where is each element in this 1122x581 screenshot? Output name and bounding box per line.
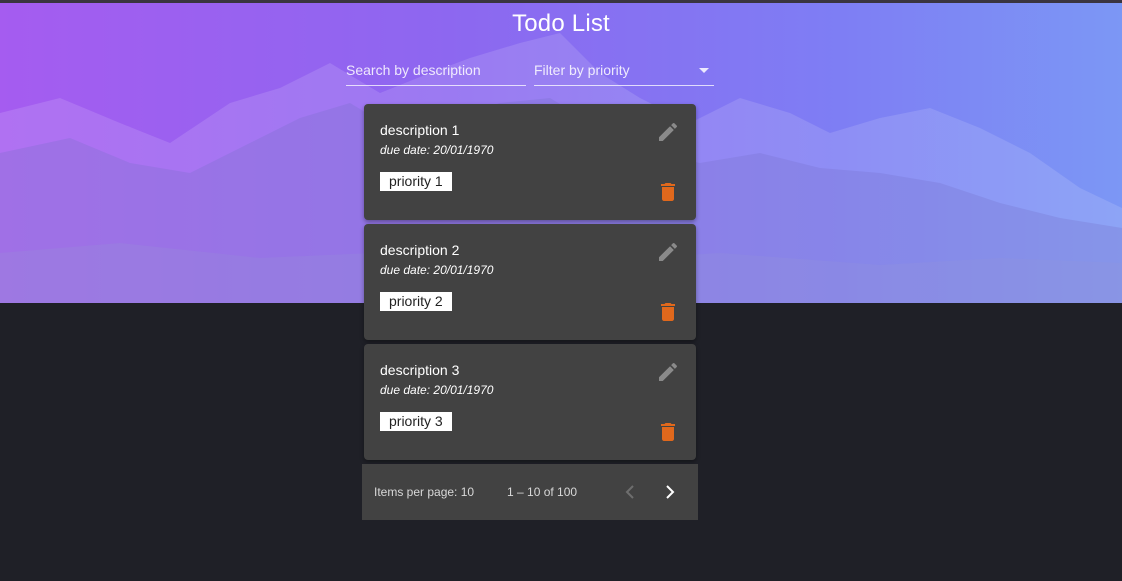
todo-card: description 1 due date: 20/01/1970 prior… bbox=[364, 104, 696, 220]
edit-button[interactable] bbox=[656, 120, 680, 144]
delete-button[interactable] bbox=[656, 300, 680, 324]
due-date-label: due date: bbox=[380, 143, 431, 157]
previous-page-button[interactable] bbox=[618, 480, 642, 504]
priority-badge: priority 3 bbox=[380, 412, 452, 431]
due-date-label: due date: bbox=[380, 263, 431, 277]
pencil-icon bbox=[659, 122, 678, 141]
delete-button[interactable] bbox=[656, 180, 680, 204]
due-date-label: due date: bbox=[380, 383, 431, 397]
due-date-value: 20/01/1970 bbox=[433, 263, 494, 277]
pencil-icon bbox=[659, 362, 678, 381]
due-date-value: 20/01/1970 bbox=[433, 143, 494, 157]
dropdown-arrow-icon bbox=[699, 68, 709, 73]
todo-card: description 3 due date: 20/01/1970 prior… bbox=[364, 344, 696, 460]
todo-due-date: due date: 20/01/1970 bbox=[380, 383, 493, 397]
search-field[interactable] bbox=[346, 58, 526, 86]
priority-badge: priority 2 bbox=[380, 292, 452, 311]
trash-icon bbox=[661, 303, 675, 321]
page-title: Todo List bbox=[512, 10, 610, 37]
search-input[interactable] bbox=[346, 58, 526, 82]
items-per-page[interactable]: Items per page: 10 bbox=[374, 485, 474, 499]
page-range-label: 1 – 10 of 100 bbox=[507, 485, 578, 499]
todo-due-date: due date: 20/01/1970 bbox=[380, 143, 493, 157]
edit-button[interactable] bbox=[656, 240, 680, 264]
items-per-page-label: Items per page: bbox=[374, 485, 458, 499]
next-page-button[interactable] bbox=[658, 480, 682, 504]
todo-description: description 2 bbox=[380, 242, 460, 258]
items-per-page-value[interactable]: 10 bbox=[461, 485, 474, 499]
edit-button[interactable] bbox=[656, 360, 680, 384]
todo-card: description 2 due date: 20/01/1970 prior… bbox=[364, 224, 696, 340]
todo-description: description 1 bbox=[380, 122, 460, 138]
trash-icon bbox=[661, 423, 675, 441]
chevron-left-icon bbox=[625, 485, 634, 499]
due-date-value: 20/01/1970 bbox=[433, 383, 494, 397]
todo-description: description 3 bbox=[380, 362, 460, 378]
priority-badge: priority 1 bbox=[380, 172, 452, 191]
trash-icon bbox=[661, 183, 675, 201]
delete-button[interactable] bbox=[656, 420, 680, 444]
paginator: Items per page: 10 1 – 10 of 100 bbox=[362, 464, 698, 520]
todo-due-date: due date: 20/01/1970 bbox=[380, 263, 493, 277]
pencil-icon bbox=[659, 242, 678, 261]
priority-filter-placeholder: Filter by priority bbox=[534, 62, 630, 78]
priority-filter-select[interactable]: Filter by priority bbox=[534, 58, 714, 86]
chevron-right-icon bbox=[666, 485, 675, 499]
